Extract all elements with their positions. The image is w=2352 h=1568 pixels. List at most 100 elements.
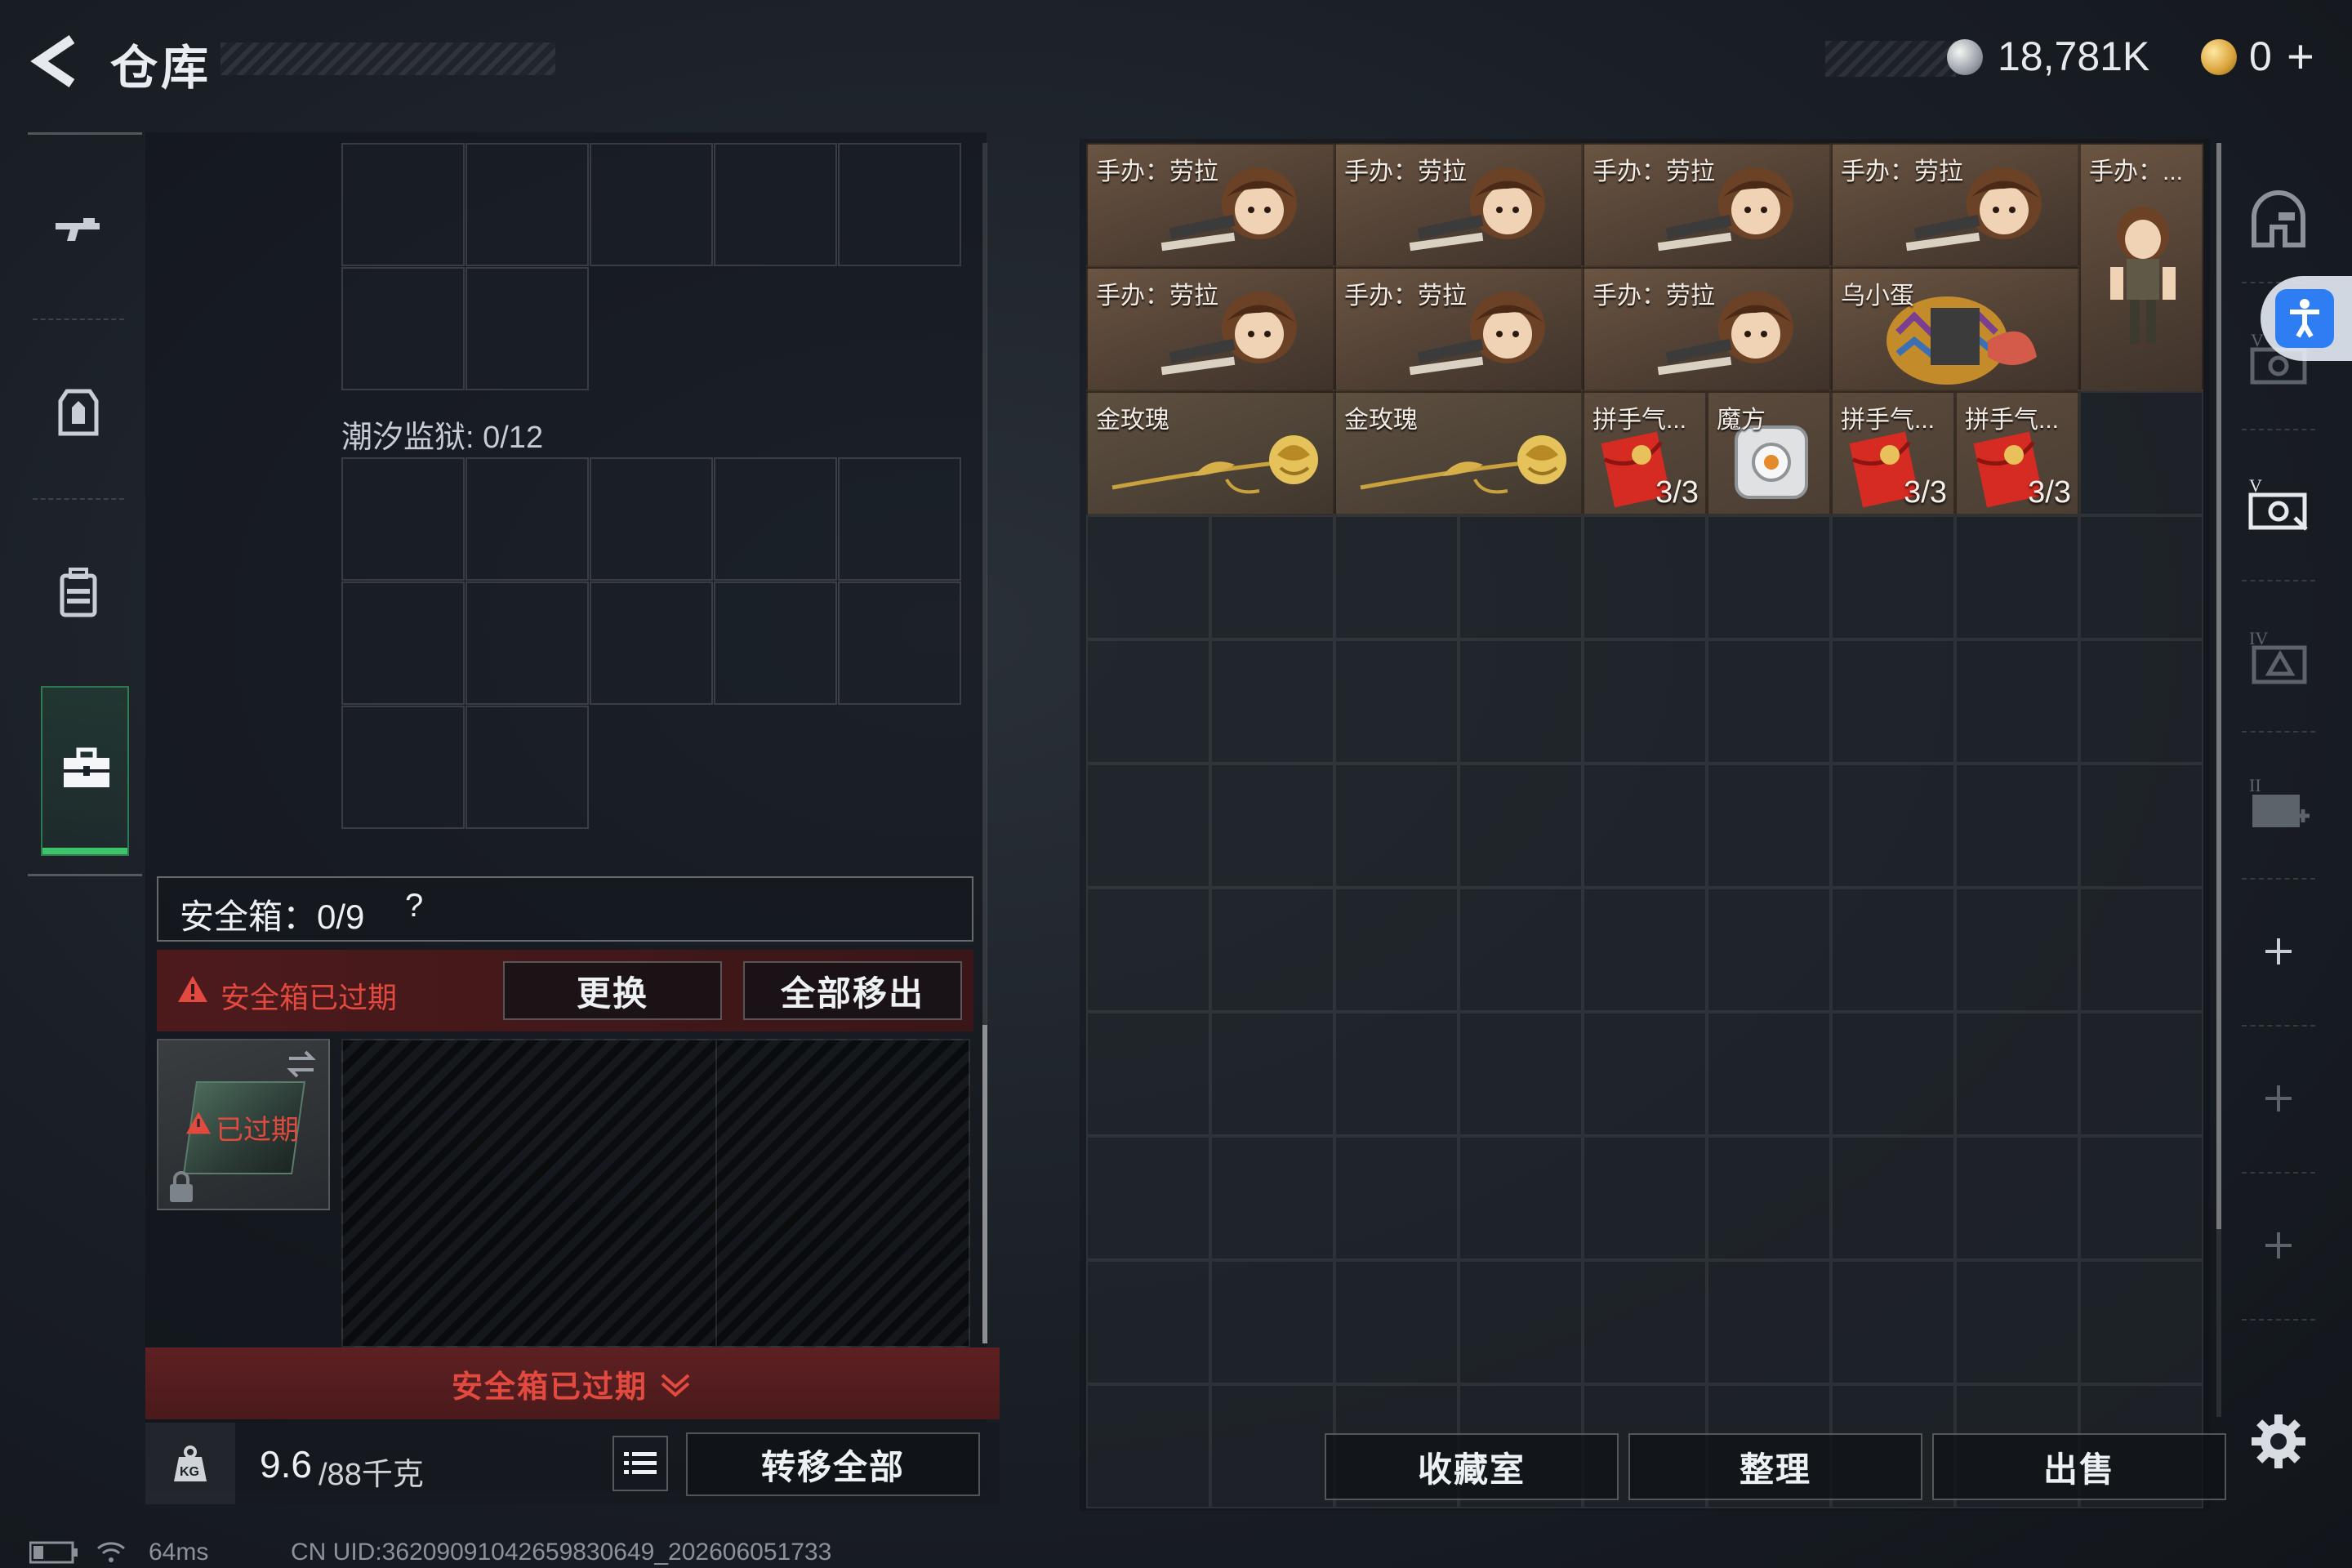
settings-button[interactable]: [2238, 1401, 2319, 1482]
inventory-cell[interactable]: [1707, 888, 1831, 1012]
inventory-cell[interactable]: [1086, 764, 1210, 888]
inventory-cell[interactable]: [1955, 764, 2079, 888]
inventory-cell[interactable]: [2079, 639, 2203, 764]
inventory-cell[interactable]: [1831, 639, 1955, 764]
organize-button[interactable]: 整理: [1628, 1433, 1922, 1500]
inventory-item[interactable]: 金玫瑰: [1086, 391, 1334, 515]
inventory-cell[interactable]: [1086, 1012, 1210, 1136]
inventory-cell[interactable]: [1334, 639, 1459, 764]
inventory-cell[interactable]: [1707, 1012, 1831, 1136]
rail-medkit-ii[interactable]: II: [2238, 764, 2319, 845]
inventory-cell[interactable]: [1955, 639, 2079, 764]
rail-armor-iv[interactable]: IV: [2238, 617, 2319, 698]
expired-banner[interactable]: 安全箱已过期: [145, 1348, 1000, 1419]
inventory-cell[interactable]: [1086, 1384, 1210, 1508]
inventory-item[interactable]: 手办：劳拉: [1086, 267, 1334, 391]
inventory-item[interactable]: 手办：劳拉: [1583, 267, 1831, 391]
inventory-cell[interactable]: [1210, 1384, 1334, 1508]
inventory-cell[interactable]: [1831, 764, 1955, 888]
transfer-all-button[interactable]: 转移全部: [686, 1432, 980, 1496]
inventory-item[interactable]: 手办：劳拉: [1583, 143, 1831, 267]
sidebar-item-armor[interactable]: [29, 335, 127, 490]
inventory-item[interactable]: 手办：...: [2079, 143, 2203, 391]
list-icon: [624, 1452, 657, 1474]
inventory-cell[interactable]: [1707, 764, 1831, 888]
expired-banner-text: 安全箱已过期: [451, 1370, 648, 1405]
inventory-cell[interactable]: [2079, 1136, 2203, 1260]
collection-room-button[interactable]: 收藏室: [1325, 1433, 1619, 1500]
inventory-cell[interactable]: [1210, 1260, 1334, 1384]
inventory-cell[interactable]: [1831, 1012, 1955, 1136]
inventory-cell[interactable]: [1459, 1012, 1583, 1136]
inventory-cell[interactable]: [1459, 639, 1583, 764]
rail-add-slot-2[interactable]: [2238, 1058, 2319, 1139]
inventory-cell[interactable]: [1210, 888, 1334, 1012]
sidebar-item-backpack[interactable]: [29, 514, 127, 670]
inventory-item[interactable]: 手办：劳拉: [1086, 143, 1334, 267]
inventory-item[interactable]: 魔方: [1707, 391, 1831, 515]
inventory-scrollbar[interactable]: [2216, 143, 2221, 1417]
inventory-cell[interactable]: [1955, 888, 2079, 1012]
inventory-cell[interactable]: [1583, 888, 1707, 1012]
inventory-cell[interactable]: [1583, 1136, 1707, 1260]
inventory-cell[interactable]: [1955, 1012, 2079, 1136]
inventory-cell[interactable]: [1583, 1260, 1707, 1384]
inventory-cell[interactable]: [1831, 1260, 1955, 1384]
inventory-cell[interactable]: [1210, 764, 1334, 888]
safebox-item[interactable]: 已过期: [157, 1039, 330, 1210]
replace-button[interactable]: 更换: [503, 961, 722, 1020]
inventory-cell[interactable]: [1583, 1012, 1707, 1136]
sidebar-item-weapon[interactable]: [29, 155, 127, 310]
inventory-cell[interactable]: [1086, 1136, 1210, 1260]
rail-armor-v-active[interactable]: V: [2238, 466, 2319, 547]
inventory-cell[interactable]: [1707, 1136, 1831, 1260]
sidebar-item-safebox[interactable]: [41, 686, 129, 856]
inventory-item[interactable]: 拼手气... 3/3: [1583, 391, 1707, 515]
inventory-cell[interactable]: [1583, 764, 1707, 888]
inventory-item[interactable]: 乌小蛋: [1831, 267, 2079, 391]
rail-add-slot-1[interactable]: [2238, 911, 2319, 992]
inventory-cell[interactable]: [1210, 1012, 1334, 1136]
middle-scrollbar[interactable]: [982, 143, 987, 1343]
rail-add-slot-3[interactable]: [2238, 1205, 2319, 1286]
inventory-cell[interactable]: [1583, 639, 1707, 764]
safebox-help-button[interactable]: ?: [405, 888, 423, 924]
list-view-button[interactable]: [612, 1436, 668, 1491]
inventory-cell[interactable]: [1955, 1260, 2079, 1384]
inventory-item[interactable]: 手办：劳拉: [1334, 267, 1583, 391]
inventory-item[interactable]: 手办：劳拉: [1334, 143, 1583, 267]
accessibility-button[interactable]: [2261, 276, 2352, 361]
inventory-cell[interactable]: [1459, 888, 1583, 1012]
inventory-cell[interactable]: [1086, 1260, 1210, 1384]
add-currency-button[interactable]: +: [2287, 29, 2314, 84]
inventory-item[interactable]: 拼手气... 3/3: [1831, 391, 1955, 515]
inventory-cell[interactable]: [1210, 639, 1334, 764]
inventory-cell[interactable]: [1086, 639, 1210, 764]
inventory-cell[interactable]: [1334, 888, 1459, 1012]
inventory-item[interactable]: 金玫瑰: [1334, 391, 1583, 515]
inventory-cell[interactable]: [1334, 1012, 1459, 1136]
inventory-cell[interactable]: [2079, 1260, 2203, 1384]
back-button[interactable]: [24, 33, 90, 90]
inventory-item[interactable]: 手办：劳拉: [1831, 143, 2079, 267]
inventory-cell[interactable]: [1831, 1136, 1955, 1260]
inventory-cell[interactable]: [1210, 1136, 1334, 1260]
sell-button[interactable]: 出售: [1932, 1433, 2226, 1500]
inventory-cell[interactable]: [2079, 888, 2203, 1012]
inventory-cell[interactable]: [1334, 1260, 1459, 1384]
inventory-item[interactable]: 拼手气... 3/3: [1955, 391, 2079, 515]
inventory-cell[interactable]: [1831, 888, 1955, 1012]
inventory-cell[interactable]: [1086, 888, 1210, 1012]
inventory-cell[interactable]: [2079, 764, 2203, 888]
inventory-cell[interactable]: [1459, 764, 1583, 888]
inventory-cell[interactable]: [1334, 764, 1459, 888]
inventory-cell[interactable]: [1707, 639, 1831, 764]
inventory-cell[interactable]: [2079, 1012, 2203, 1136]
inventory-cell[interactable]: [1707, 1260, 1831, 1384]
inventory-cell[interactable]: [1459, 1136, 1583, 1260]
remove-all-button[interactable]: 全部移出: [743, 961, 962, 1020]
rail-helmet[interactable]: [2238, 180, 2319, 261]
inventory-cell[interactable]: [1334, 1136, 1459, 1260]
inventory-cell[interactable]: [1955, 1136, 2079, 1260]
inventory-cell[interactable]: [1459, 1260, 1583, 1384]
